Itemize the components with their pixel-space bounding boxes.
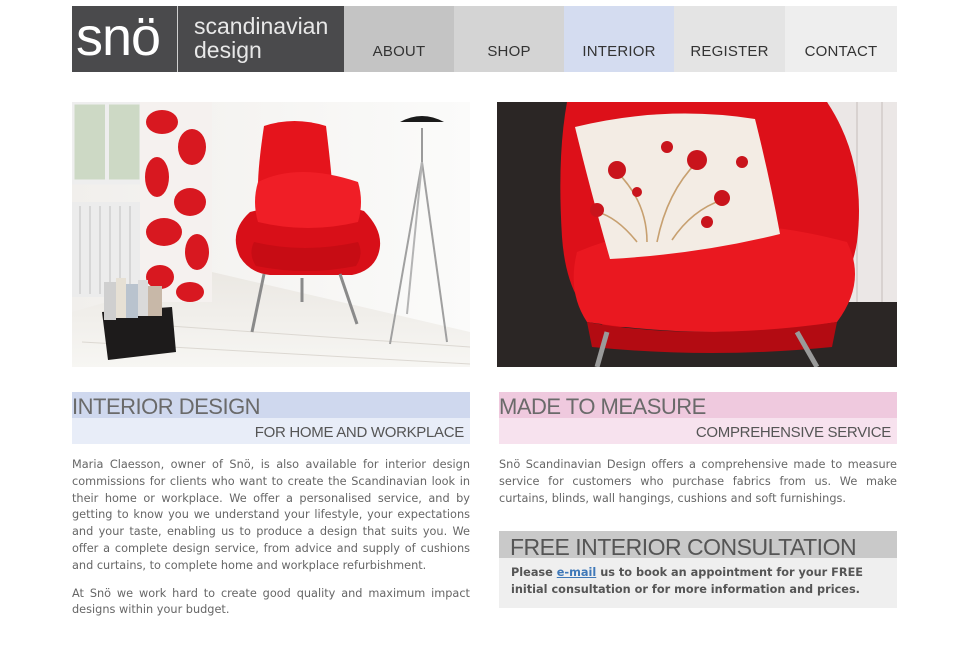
interior-title: INTERIOR DESIGN <box>72 392 470 418</box>
consultation-text-before: Please <box>511 566 557 579</box>
made-to-measure-heading: MADE TO MEASURE COMPREHENSIVE SERVICE <box>499 392 897 444</box>
interior-paragraph-2: At Snö we work hard to create good quali… <box>72 586 470 617</box>
site-header: snö scandinavian design ABOUT SHOP INTER… <box>72 6 897 72</box>
consultation-title: FREE INTERIOR CONSULTATION <box>499 531 897 558</box>
made-to-measure-title: MADE TO MEASURE <box>499 392 897 418</box>
nav-about[interactable]: ABOUT <box>344 6 454 72</box>
cushion-chair-illustration <box>497 102 897 367</box>
interior-body: Maria Claesson, owner of Snö, is also av… <box>72 457 470 630</box>
logo-mark: snö <box>72 6 178 72</box>
consultation-box: FREE INTERIOR CONSULTATION Please e-mail… <box>499 531 897 608</box>
logo-tagline: scandinavian design <box>178 6 328 72</box>
made-to-measure-paragraph: Snö Scandinavian Design offers a compreh… <box>499 458 897 505</box>
logo-tagline-line2: design <box>194 37 262 63</box>
nav-register[interactable]: REGISTER <box>674 6 785 72</box>
interior-paragraph-1: Maria Claesson, owner of Snö, is also av… <box>72 458 470 572</box>
logo[interactable]: snö scandinavian design <box>72 6 344 72</box>
nav-shop[interactable]: SHOP <box>454 6 564 72</box>
main-nav: ABOUT SHOP INTERIOR REGISTER CONTACT <box>344 6 897 72</box>
logo-tagline-line1: scandinavian <box>194 13 329 39</box>
nav-interior[interactable]: INTERIOR <box>564 6 674 72</box>
interior-photo-armchair <box>72 102 470 367</box>
interior-photo-cushion <box>497 102 897 367</box>
made-to-measure-body: Snö Scandinavian Design offers a compreh… <box>499 457 897 518</box>
interior-heading: INTERIOR DESIGN FOR HOME AND WORKPLACE <box>72 392 470 444</box>
email-link[interactable]: e-mail <box>557 566 597 579</box>
made-to-measure-subtitle: COMPREHENSIVE SERVICE <box>499 418 897 444</box>
nav-contact[interactable]: CONTACT <box>785 6 897 72</box>
interior-subtitle: FOR HOME AND WORKPLACE <box>72 418 470 444</box>
consultation-text: Please e-mail us to book an appointment … <box>499 558 897 598</box>
armchair-room-illustration <box>72 102 470 367</box>
